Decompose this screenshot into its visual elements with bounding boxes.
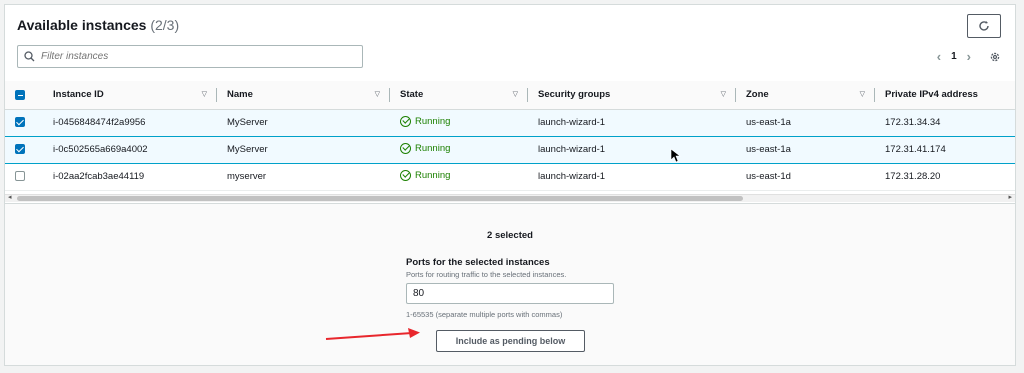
column-header[interactable]: Private IPv4 address xyxy=(875,81,1015,110)
zone: us-east-1a xyxy=(736,108,875,137)
zone: us-east-1d xyxy=(736,163,875,191)
instances-table: Instance ID ▽ Name ▽ State ▽ Security group… xyxy=(5,81,1015,191)
column-header[interactable]: Name ▽ xyxy=(217,81,390,110)
security-group: launch-wizard-1 xyxy=(528,163,736,191)
instance-name: MyServer xyxy=(217,108,390,137)
row-checkbox[interactable] xyxy=(15,144,25,155)
panel-title: Available instances (2/3) xyxy=(17,17,179,33)
select-all-checkbox[interactable] xyxy=(15,89,25,100)
instance-state: Running xyxy=(400,115,450,127)
status-running-icon xyxy=(400,169,411,181)
column-header[interactable]: Security groups ▽ xyxy=(528,81,736,110)
search-box[interactable] xyxy=(17,45,363,68)
status-running-icon xyxy=(400,142,411,154)
private-ip: 172.31.34.34 xyxy=(875,108,1015,137)
page-number[interactable]: 1 xyxy=(951,51,957,62)
sort-filter-icon[interactable]: ▽ xyxy=(860,90,865,98)
instances-table-container: Instance ID ▽ Name ▽ State ▽ Security group… xyxy=(5,81,1015,193)
chevron-right-icon[interactable]: › xyxy=(967,49,971,64)
settings-icon[interactable] xyxy=(989,51,1001,63)
scrollbar-thumb[interactable] xyxy=(17,196,743,201)
selection-count: (2/3) xyxy=(150,17,180,33)
row-checkbox[interactable] xyxy=(15,171,25,182)
search-icon xyxy=(24,51,35,62)
table-header-row: Instance ID ▽ Name ▽ State ▽ Security group… xyxy=(5,81,1015,110)
selection-panel: 2 selected Ports for the selected instan… xyxy=(5,203,1015,365)
chevron-left-icon[interactable]: ‹ xyxy=(937,49,941,64)
sort-filter-icon[interactable]: ▽ xyxy=(375,90,380,98)
select-all-header[interactable] xyxy=(5,81,43,110)
ports-label: Ports for the selected instances xyxy=(406,257,550,268)
instance-state: Running xyxy=(400,142,450,154)
instance-state: Running xyxy=(400,169,450,181)
scroll-left-icon[interactable]: ◂ xyxy=(8,193,12,201)
table-row[interactable]: i-0c502565a669a4002 MyServer Running lau… xyxy=(5,135,1015,164)
include-as-pending-button[interactable]: Include as pending below xyxy=(436,330,585,352)
instance-name: MyServer xyxy=(217,135,390,164)
ports-hint: 1-65535 (separate multiple ports with co… xyxy=(406,310,563,319)
sort-filter-icon[interactable]: ▽ xyxy=(721,90,726,98)
panel-title-text: Available instances xyxy=(17,17,147,33)
column-header[interactable]: Zone ▽ xyxy=(736,81,875,110)
column-header[interactable]: Instance ID ▽ xyxy=(43,81,217,110)
table-row[interactable]: i-02aa2fcab3ae44119 myserver Running lau… xyxy=(5,163,1015,191)
annotation-arrow-icon xyxy=(325,328,420,340)
sort-filter-icon[interactable]: ▽ xyxy=(513,90,518,98)
column-header[interactable]: State ▽ xyxy=(390,81,528,110)
scroll-right-icon[interactable]: ▸ xyxy=(1008,193,1012,201)
instance-id: i-0456848474f2a9956 xyxy=(43,108,217,137)
instance-id: i-0c502565a669a4002 xyxy=(43,135,217,164)
refresh-icon xyxy=(979,21,989,31)
refresh-button[interactable] xyxy=(967,14,1001,38)
table-row[interactable]: i-0456848474f2a9956 MyServer Running lau… xyxy=(5,108,1015,137)
zone: us-east-1a xyxy=(736,135,875,164)
ports-description: Ports for routing traffic to the selecte… xyxy=(406,270,567,279)
status-running-icon xyxy=(400,115,411,127)
security-group: launch-wizard-1 xyxy=(528,135,736,164)
private-ip: 172.31.28.20 xyxy=(875,163,1015,191)
ports-input[interactable] xyxy=(406,283,614,304)
available-instances-panel: Available instances (2/3) ‹ 1 › xyxy=(4,4,1016,366)
security-group: launch-wizard-1 xyxy=(528,108,736,137)
horizontal-scrollbar[interactable]: ◂ ▸ xyxy=(5,194,1015,202)
selected-summary: 2 selected xyxy=(487,230,533,241)
search-input[interactable] xyxy=(41,51,341,62)
pagination: ‹ 1 › xyxy=(937,49,1001,64)
sort-filter-icon[interactable]: ▽ xyxy=(202,90,207,98)
instance-name: myserver xyxy=(217,163,390,191)
instance-id: i-02aa2fcab3ae44119 xyxy=(43,163,217,191)
private-ip: 172.31.41.174 xyxy=(875,135,1015,164)
row-checkbox[interactable] xyxy=(15,117,25,128)
mouse-cursor-icon xyxy=(670,148,681,163)
